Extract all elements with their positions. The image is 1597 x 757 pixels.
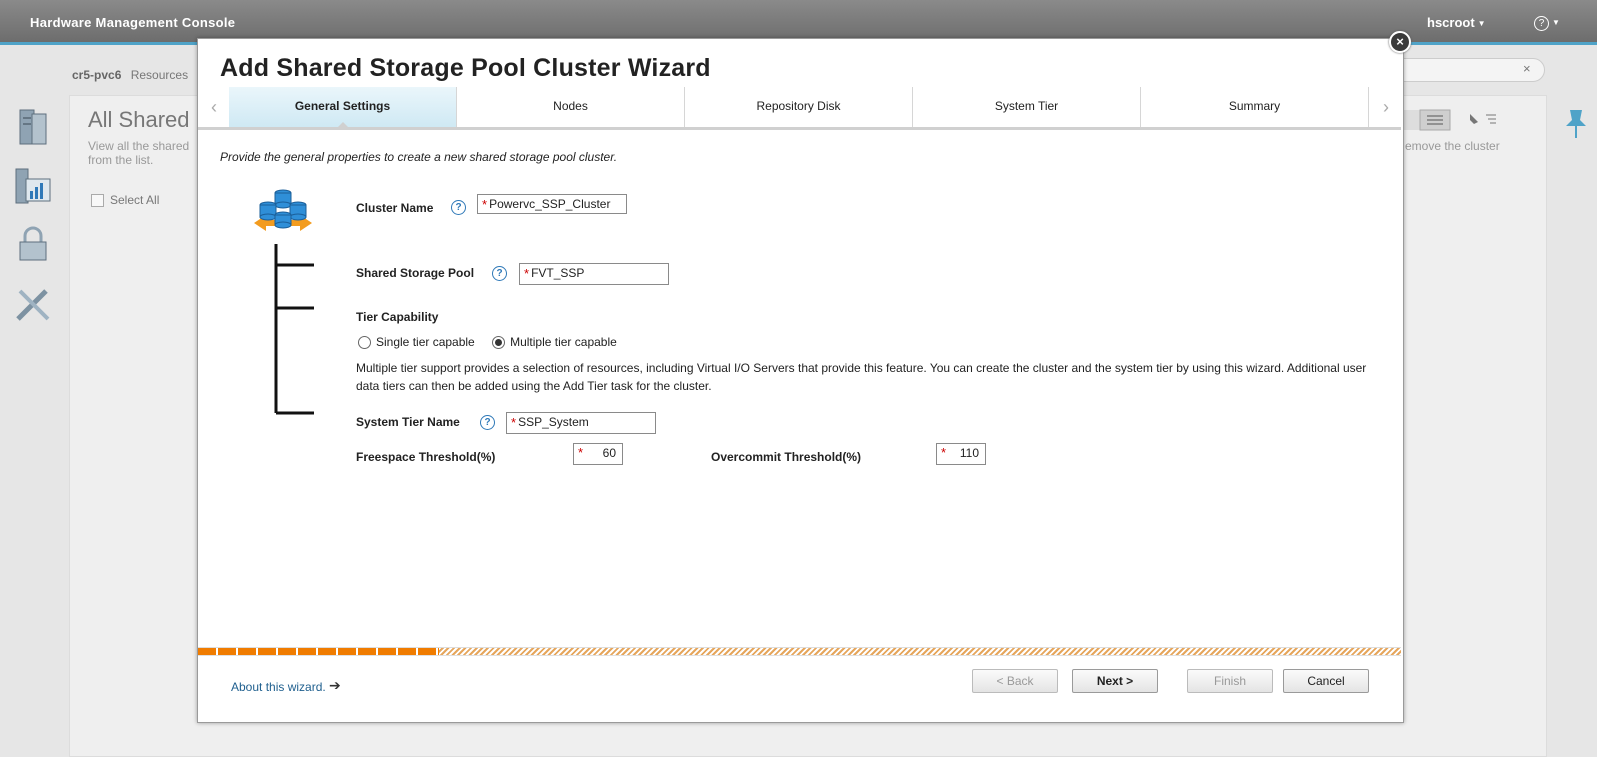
wizard-footer: About this wizard. ➔ < Back Next > Finis… xyxy=(198,655,1401,723)
wizard-progress-fill xyxy=(198,648,439,655)
tab-summary[interactable]: Summary xyxy=(1141,87,1369,127)
help-menu[interactable]: ? ▼ xyxy=(1534,13,1560,31)
help-circle-icon: ? xyxy=(1534,16,1549,31)
tier-capability-group: Single tier capable Multiple tier capabl… xyxy=(358,335,631,350)
page-description-right: emove the cluster xyxy=(1405,139,1500,153)
wizard-title: Add Shared Storage Pool Cluster Wizard xyxy=(220,54,711,82)
required-icon: * xyxy=(578,445,584,460)
next-button[interactable]: Next > xyxy=(1072,669,1158,693)
storage-pool-field[interactable]: * FVT_SSP xyxy=(519,263,669,285)
single-tier-radio[interactable]: Single tier capable xyxy=(358,335,475,350)
overcommit-field[interactable]: * 110 xyxy=(936,443,986,465)
radio-on-icon xyxy=(492,336,506,350)
select-all-label: Select All xyxy=(110,193,160,207)
select-all-checkbox[interactable]: Select All xyxy=(91,193,160,208)
tier-description: Multiple tier support provides a selecti… xyxy=(356,361,1367,393)
cluster-name-field[interactable]: * Powervc_SSP_Cluster xyxy=(477,194,627,214)
cluster-name-value: Powervc_SSP_Cluster xyxy=(489,197,611,211)
page-description: View all the shared from the list. xyxy=(88,139,190,167)
required-icon: * xyxy=(941,445,947,460)
tier-capability-label: Tier Capability xyxy=(356,310,439,324)
chevron-down-icon: ▼ xyxy=(1477,19,1486,29)
side-navigation xyxy=(12,106,58,342)
tab-nodes[interactable]: Nodes xyxy=(457,87,685,127)
chevron-down-icon: ▼ xyxy=(1552,17,1560,27)
multiple-tier-label: Multiple tier capable xyxy=(510,335,617,349)
tab-repository-disk[interactable]: Repository Disk xyxy=(685,87,913,127)
wizard-intro: Provide the general properties to create… xyxy=(220,150,618,164)
view-toolbar[interactable] xyxy=(1400,108,1520,132)
overcommit-label: Overcommit Threshold(%) xyxy=(711,450,862,464)
breadcrumb-section[interactable]: Resources xyxy=(131,68,188,82)
user-menu[interactable]: hscroot ▼ xyxy=(1427,15,1486,30)
server-icon[interactable] xyxy=(12,106,54,148)
freespace-field[interactable]: * 60 xyxy=(573,443,623,465)
help-icon[interactable]: ? xyxy=(451,200,466,215)
search-input[interactable] xyxy=(1380,58,1545,82)
storage-pool-label: Shared Storage Pool xyxy=(356,266,475,280)
finish-button[interactable]: Finish xyxy=(1187,669,1273,693)
wizard-steps: ‹ General Settings Nodes Repository Disk… xyxy=(198,87,1401,130)
required-icon: * xyxy=(524,265,530,281)
single-tier-label: Single tier capable xyxy=(376,335,475,349)
close-icon[interactable]: × xyxy=(1389,31,1411,53)
steps-prev-icon[interactable]: ‹ xyxy=(198,87,230,127)
required-icon: * xyxy=(511,414,517,430)
steps-next-icon[interactable]: › xyxy=(1370,87,1402,127)
freespace-value: 60 xyxy=(602,446,616,460)
checkbox-box xyxy=(91,194,104,208)
app-title: Hardware Management Console xyxy=(30,15,236,30)
system-tier-label: System Tier Name xyxy=(356,415,460,429)
wizard-dialog: Add Shared Storage Pool Cluster Wizard ‹… xyxy=(197,38,1404,723)
about-wizard-link[interactable]: About this wizard. xyxy=(231,680,326,694)
page-title: All Shared xyxy=(88,107,190,132)
system-tier-value: SSP_System xyxy=(518,415,589,429)
lock-icon[interactable] xyxy=(12,224,54,266)
back-button[interactable]: < Back xyxy=(972,669,1058,693)
storage-pool-value: FVT_SSP xyxy=(531,266,585,280)
hierarchy-lines xyxy=(274,244,314,415)
overcommit-value: 110 xyxy=(959,446,979,460)
cancel-button[interactable]: Cancel xyxy=(1283,669,1369,693)
breadcrumb: cr5-pvc6 Resources xyxy=(72,68,188,82)
multiple-tier-radio[interactable]: Multiple tier capable xyxy=(492,335,617,350)
breadcrumb-system[interactable]: cr5-pvc6 xyxy=(72,68,121,82)
pin-icon[interactable] xyxy=(1562,108,1590,140)
tab-system-tier[interactable]: System Tier xyxy=(913,87,1141,127)
help-icon[interactable]: ? xyxy=(492,266,507,281)
tools-icon[interactable] xyxy=(12,283,54,325)
tab-general-settings[interactable]: General Settings xyxy=(229,87,457,129)
help-icon[interactable]: ? xyxy=(480,415,495,430)
user-name: hscroot xyxy=(1427,15,1475,30)
required-icon: * xyxy=(482,196,488,212)
wizard-progress-bar xyxy=(198,647,1401,655)
radio-off-icon xyxy=(358,336,371,350)
arrow-right-icon: ➔ xyxy=(329,677,341,693)
system-tier-field[interactable]: * SSP_System xyxy=(506,412,656,434)
monitor-chart-icon[interactable] xyxy=(12,165,54,207)
cluster-name-label: Cluster Name xyxy=(356,201,434,215)
freespace-label: Freespace Threshold(%) xyxy=(356,450,496,464)
clear-search-icon[interactable]: × xyxy=(1523,61,1531,76)
cluster-icon xyxy=(254,189,312,231)
